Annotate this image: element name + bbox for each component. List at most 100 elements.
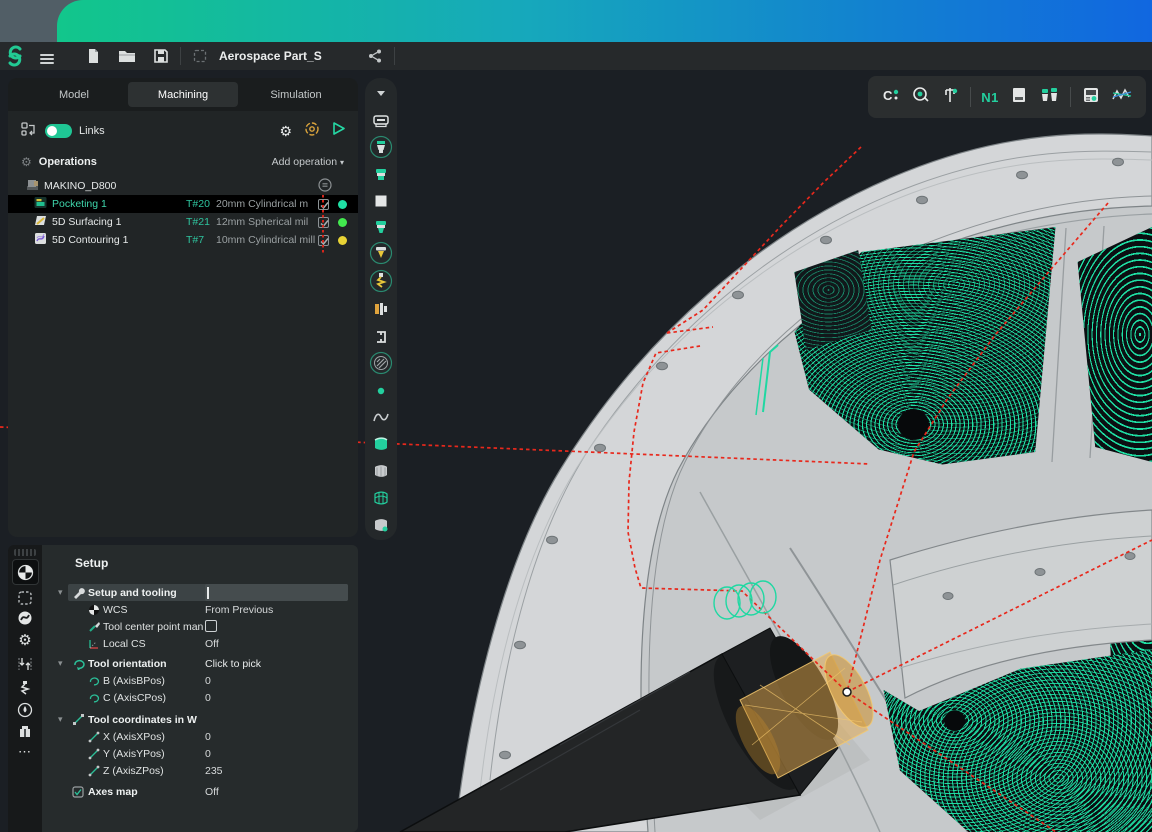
stock-bracket-icon[interactable]: [365, 326, 397, 348]
surface-grid-icon[interactable]: [365, 487, 397, 509]
row-axis-c[interactable]: C (AxisCPos) 0: [42, 689, 358, 706]
wcs-icon[interactable]: [8, 561, 42, 583]
row-axis-x[interactable]: X (AxisXPos) 0: [42, 728, 358, 745]
machine-options-icon[interactable]: [318, 177, 332, 195]
add-operation-button[interactable]: Add operation ▾: [272, 156, 344, 168]
diagonal-axis-icon: [88, 731, 100, 743]
tool-holder-icon[interactable]: [365, 164, 397, 186]
coolant-icon[interactable]: [8, 699, 42, 721]
point-dot-icon[interactable]: [365, 380, 397, 402]
row-local-cs[interactable]: Local CS Off: [42, 635, 358, 652]
collapse-chevron-icon[interactable]: [365, 82, 397, 104]
operation-row[interactable]: Pocketing 1 T#20 20mm Cylindrical m: [8, 195, 358, 213]
drill-tip-circled-icon[interactable]: [365, 241, 397, 265]
row-axis-b[interactable]: B (AxisBPos) 0: [42, 672, 358, 689]
diagonal-axis-icon: [88, 748, 100, 760]
surface-teal-icon[interactable]: [365, 433, 397, 455]
toolbar-divider: [180, 47, 181, 65]
tab-model[interactable]: Model: [22, 82, 126, 107]
hatch-region-circled-icon[interactable]: [365, 351, 397, 375]
settings-gear-icon[interactable]: ⚙: [8, 629, 42, 651]
pocketing-icon: [34, 196, 47, 212]
tool-library-icon[interactable]: [1039, 85, 1061, 110]
links-settings-gear-icon[interactable]: ⚙: [279, 123, 292, 140]
panel-drag-handle[interactable]: [14, 549, 36, 556]
save-icon[interactable]: [148, 44, 174, 68]
brush-icon: [88, 620, 101, 633]
panel-tabs: Model Machining Simulation: [8, 78, 358, 111]
surfacing-icon: [34, 214, 47, 230]
turning-icon[interactable]: [8, 607, 42, 629]
chevron-down-icon[interactable]: ▾: [58, 714, 63, 725]
local-cs-axes-icon: [88, 638, 100, 650]
clamp-fixture-icon[interactable]: [365, 298, 397, 320]
row-axis-z[interactable]: Z (AxisZPos) 235: [42, 762, 358, 779]
tool-display-toolbar: [365, 78, 397, 540]
row-axis-y[interactable]: Y (AxisYPos) 0: [42, 745, 358, 762]
setup-panel: Setup ▾ Setup and tooling WCS From Previ…: [42, 545, 358, 832]
tcp-checkbox[interactable]: [205, 620, 217, 632]
operation-row[interactable]: 5D Contouring 1 T#7 10mm Cylindrical mil…: [8, 231, 358, 249]
chevron-down-icon[interactable]: ▾: [58, 658, 63, 669]
tool-holder-circled-icon[interactable]: [365, 135, 397, 159]
row-wcs[interactable]: WCS From Previous: [42, 601, 358, 618]
rotate-icon: [88, 692, 100, 704]
tab-simulation[interactable]: Simulation: [244, 82, 348, 107]
operations-gear-icon: ⚙: [21, 155, 32, 169]
nc-program-label[interactable]: N1: [981, 90, 999, 105]
group-axes-map[interactable]: Axes map Off: [42, 783, 358, 800]
run-play-icon[interactable]: [331, 121, 346, 141]
stock-device-icon[interactable]: [365, 110, 397, 132]
links-nodes-icon: [21, 121, 37, 142]
more-icon[interactable]: ⋯: [8, 741, 42, 763]
snap-magnet-icon[interactable]: C: [881, 85, 901, 110]
stock-selection-icon[interactable]: [8, 587, 42, 609]
status-dot: [338, 199, 347, 209]
row-tool-center-point[interactable]: Tool center point man: [42, 618, 358, 635]
measure-tape-icon[interactable]: [911, 85, 931, 110]
group-setup-and-tooling[interactable]: ▾ Setup and tooling: [42, 584, 358, 601]
open-folder-icon[interactable]: [114, 44, 140, 68]
axes-map-check-icon: [72, 785, 84, 798]
tab-machining[interactable]: Machining: [128, 82, 238, 107]
operation-row[interactable]: 5D Surfacing 1 T#21 12mm Spherical mil: [8, 213, 358, 231]
machining-panel: Model Machining Simulation Links ⚙ ⚙ Ope…: [8, 78, 358, 537]
menu-icon[interactable]: [40, 44, 66, 68]
stock-square-icon[interactable]: [365, 190, 397, 212]
group-tool-orientation[interactable]: ▾ Tool orientation Click to pick: [42, 655, 358, 672]
chevron-down-icon[interactable]: ▾: [58, 587, 63, 598]
tool-teal-icon[interactable]: [365, 216, 397, 238]
drill-bit-circled-icon[interactable]: [365, 269, 397, 293]
rotate-icon: [88, 675, 100, 687]
verify-target-icon[interactable]: [304, 121, 320, 142]
drill-icon[interactable]: [8, 677, 42, 699]
document-title: Aerospace Part_S: [219, 49, 322, 63]
group-tool-coordinates[interactable]: ▾ Tool coordinates in W: [42, 711, 358, 728]
new-file-icon[interactable]: [80, 44, 106, 68]
travel-limits-icon[interactable]: [8, 653, 42, 675]
contouring-icon: [34, 232, 47, 248]
svg-text:C: C: [883, 88, 893, 103]
toolbar-divider: [970, 87, 972, 107]
setup-panel-title: Setup: [75, 556, 109, 570]
machine-row[interactable]: MAKINO_D800: [8, 177, 358, 195]
spline-curve-icon[interactable]: [365, 406, 397, 428]
share-icon[interactable]: [362, 44, 388, 68]
tool-holder-block-icon[interactable]: [8, 721, 42, 743]
toolbar-divider: [393, 47, 395, 65]
wrench-icon: [72, 586, 85, 599]
document-status-icon: [187, 44, 213, 68]
analysis-graph-icon[interactable]: [1111, 85, 1133, 110]
caliper-icon[interactable]: [941, 85, 961, 110]
links-toggle[interactable]: [45, 124, 72, 138]
wcs-mini-icon: [88, 604, 100, 616]
app-logo-icon[interactable]: [2, 44, 28, 68]
sheet-report-icon[interactable]: [1009, 85, 1029, 110]
rapid-line-artifact: [322, 195, 324, 253]
surface-point-icon[interactable]: [365, 514, 397, 536]
machine-controller-icon[interactable]: [1081, 85, 1101, 110]
toolbar-divider: [1070, 87, 1072, 107]
viewport-toolbar: C N1: [868, 76, 1146, 118]
diagonal-axis-icon: [88, 765, 100, 777]
surface-gray-icon[interactable]: [365, 460, 397, 482]
